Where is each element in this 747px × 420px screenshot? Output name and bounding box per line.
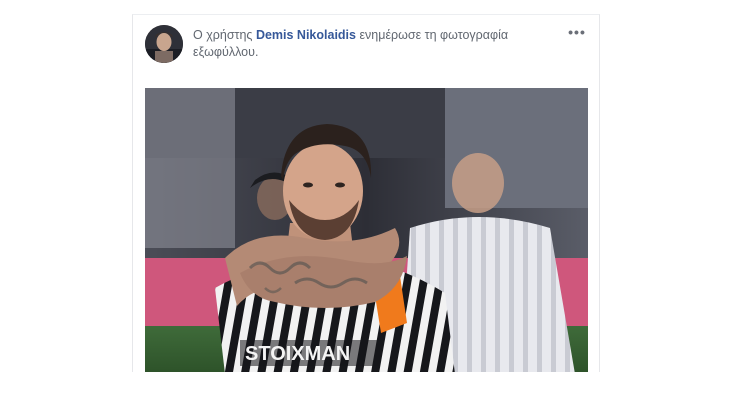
- story-prefix: Ο χρήστης: [193, 28, 253, 42]
- post-story-text: Ο χρήστης Demis Nikolaidis ενημέρωσε τη …: [193, 27, 553, 61]
- post-card: Ο χρήστης Demis Nikolaidis ενημέρωσε τη …: [132, 14, 600, 372]
- post-header: Ο χρήστης Demis Nikolaidis ενημέρωσε τη …: [145, 25, 587, 69]
- avatar-image: [145, 25, 183, 63]
- shirt-sponsor-text: STOIXMAN: [245, 343, 350, 365]
- cover-photo-image: STOIXMAN: [145, 88, 588, 372]
- author-name-link[interactable]: Demis Nikolaidis: [256, 28, 356, 42]
- cover-photo[interactable]: STOIXMAN: [145, 88, 588, 372]
- more-options-icon[interactable]: •••: [567, 25, 587, 41]
- avatar[interactable]: [145, 25, 183, 63]
